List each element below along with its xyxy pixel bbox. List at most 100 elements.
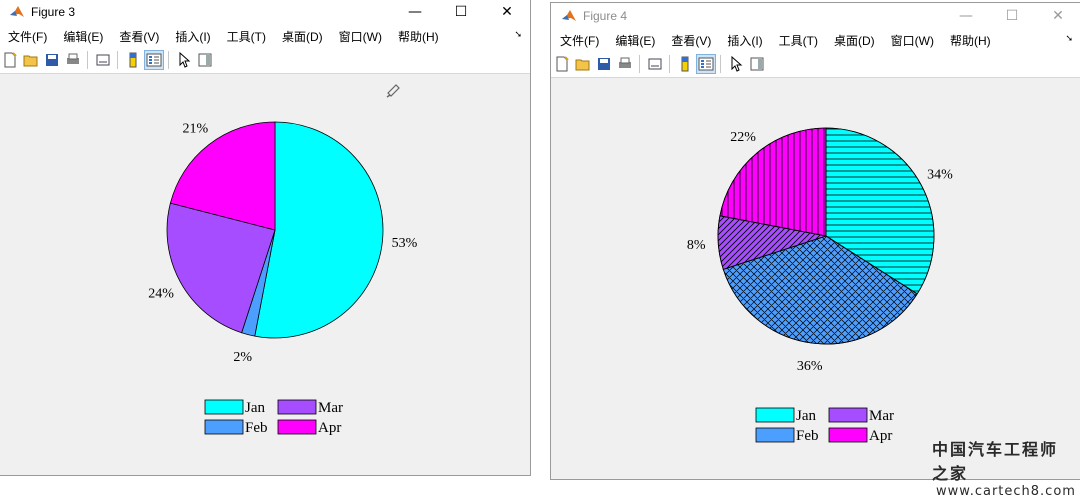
toolbar-separator — [639, 55, 640, 73]
menu-tools[interactable]: 工具(T) — [219, 28, 274, 45]
pie-label-feb: 36% — [797, 359, 823, 374]
legend-swatch-apr — [828, 427, 868, 443]
figure-3-window: Figure 3 — ☐ ✕ 文件(F) 编辑(E) 查看(V) 插入(I) 工… — [0, 0, 531, 476]
legend-button[interactable] — [696, 54, 716, 74]
open-file-button[interactable] — [21, 50, 41, 70]
save-icon — [46, 54, 58, 66]
legend-button[interactable] — [144, 50, 164, 70]
menu-insert[interactable]: 插入(I) — [719, 32, 770, 49]
link-plot-button[interactable] — [645, 54, 665, 74]
folder-icon — [23, 55, 38, 67]
menu-overflow-icon[interactable]: ➘ — [1065, 33, 1073, 44]
save-button[interactable] — [594, 54, 614, 74]
menu-edit[interactable]: 编辑(E) — [55, 28, 111, 45]
pointer-icon — [731, 56, 743, 72]
pie-label-mar: 24% — [148, 287, 174, 302]
menu-desktop[interactable]: 桌面(D) — [826, 32, 883, 49]
pie-label-mar: 8% — [687, 238, 706, 253]
figure-canvas[interactable]: 34% 36% 8% 22% Jan Feb Mar Apr — [551, 78, 1080, 479]
toolbar-separator — [669, 55, 670, 73]
legend-swatch-apr — [277, 419, 317, 435]
menu-help[interactable]: 帮助(H) — [390, 28, 447, 45]
menu-tools[interactable]: 工具(T) — [771, 32, 826, 49]
legend-label-mar: Mar — [318, 400, 343, 416]
watermark-title: 中国汽车工程师之家 — [932, 440, 1059, 483]
pie-chart-figure3: 53% 2% 24% 21% Jan Feb Mar Apr — [148, 84, 418, 436]
matlab-logo-icon — [10, 6, 24, 17]
property-editor-icon — [750, 57, 764, 71]
menu-edit[interactable]: 编辑(E) — [607, 32, 663, 49]
toolbar-separator — [117, 51, 118, 69]
link-plot-button[interactable] — [93, 50, 113, 70]
property-editor-icon — [198, 53, 212, 67]
legend-label-apr: Apr — [318, 420, 341, 436]
minimize-button[interactable]: — — [392, 0, 438, 25]
property-editor-button[interactable] — [747, 54, 767, 74]
legend-label-feb: Feb — [796, 428, 819, 444]
edit-plot-button[interactable] — [726, 54, 746, 74]
colorbar-button[interactable] — [123, 50, 143, 70]
menu-view[interactable]: 查看(V) — [111, 28, 167, 45]
legend-label-mar: Mar — [869, 408, 894, 424]
legend-swatch-mar — [277, 399, 317, 415]
menu-window[interactable]: 窗口(W) — [883, 32, 942, 49]
figure-canvas[interactable]: 53% 2% 24% 21% Jan Feb Mar Apr — [0, 74, 530, 475]
legend-swatch-mar — [828, 407, 868, 423]
close-button[interactable]: ✕ — [484, 0, 530, 25]
window-title: Figure 3 — [31, 5, 76, 19]
legend-swatch-jan — [755, 407, 795, 423]
toolbar — [551, 51, 1080, 78]
legend-label-jan: Jan — [245, 400, 265, 416]
brush-icon[interactable] — [386, 84, 400, 98]
legend-label-jan: Jan — [796, 408, 816, 424]
legend-icon — [698, 57, 714, 71]
window-title: Figure 4 — [583, 9, 628, 23]
colorbar-icon — [681, 56, 689, 72]
legend-swatch-feb — [204, 419, 244, 435]
menu-desktop[interactable]: 桌面(D) — [274, 28, 331, 45]
save-icon — [598, 58, 610, 70]
menu-help[interactable]: 帮助(H) — [942, 32, 999, 49]
title-bar[interactable]: Figure 3 — ☐ ✕ — [0, 0, 530, 25]
link-plot-icon — [648, 58, 662, 70]
title-bar[interactable]: Figure 4 — ☐ ✕ — [551, 3, 1080, 29]
new-figure-button[interactable] — [0, 50, 20, 70]
colorbar-button[interactable] — [675, 54, 695, 74]
figure-4-window: Figure 4 — ☐ ✕ 文件(F) 编辑(E) 查看(V) 插入(I) 工… — [550, 2, 1080, 480]
watermark: 中国汽车工程师之家 www.cartech8.com — [932, 436, 1076, 499]
maximize-button[interactable]: ☐ — [438, 0, 484, 25]
menu-bar: 文件(F) 编辑(E) 查看(V) 插入(I) 工具(T) 桌面(D) 窗口(W… — [551, 29, 1080, 51]
legend-icon — [146, 53, 162, 67]
folder-icon — [575, 59, 590, 71]
pie-label-jan: 34% — [927, 167, 953, 182]
link-plot-icon — [96, 54, 110, 66]
print-button[interactable] — [63, 50, 83, 70]
pointer-icon — [179, 52, 191, 68]
menu-view[interactable]: 查看(V) — [663, 32, 719, 49]
legend-label-feb: Feb — [245, 420, 268, 436]
new-file-icon — [4, 52, 17, 68]
close-button[interactable]: ✕ — [1035, 3, 1080, 29]
toolbar-separator — [720, 55, 721, 73]
print-button[interactable] — [615, 54, 635, 74]
maximize-button[interactable]: ☐ — [989, 3, 1035, 29]
legend-swatch-feb — [755, 427, 795, 443]
pie-chart-figure4: 34% 36% 8% 22% Jan Feb Mar Apr — [687, 127, 953, 444]
menu-file[interactable]: 文件(F) — [551, 32, 607, 49]
open-file-button[interactable] — [573, 54, 593, 74]
menu-file[interactable]: 文件(F) — [0, 28, 55, 45]
printer-icon — [67, 53, 79, 64]
menu-overflow-icon[interactable]: ➘ — [514, 29, 522, 40]
new-figure-button[interactable] — [552, 54, 572, 74]
toolbar — [0, 47, 530, 74]
pie-label-apr: 22% — [730, 130, 756, 145]
watermark-url: www.cartech8.com — [936, 484, 1076, 499]
property-editor-button[interactable] — [195, 50, 215, 70]
save-button[interactable] — [42, 50, 62, 70]
pie-label-apr: 21% — [182, 121, 208, 136]
menu-insert[interactable]: 插入(I) — [167, 28, 218, 45]
edit-plot-button[interactable] — [174, 50, 194, 70]
menu-window[interactable]: 窗口(W) — [331, 28, 390, 45]
minimize-button[interactable]: — — [943, 3, 989, 29]
toolbar-separator — [168, 51, 169, 69]
